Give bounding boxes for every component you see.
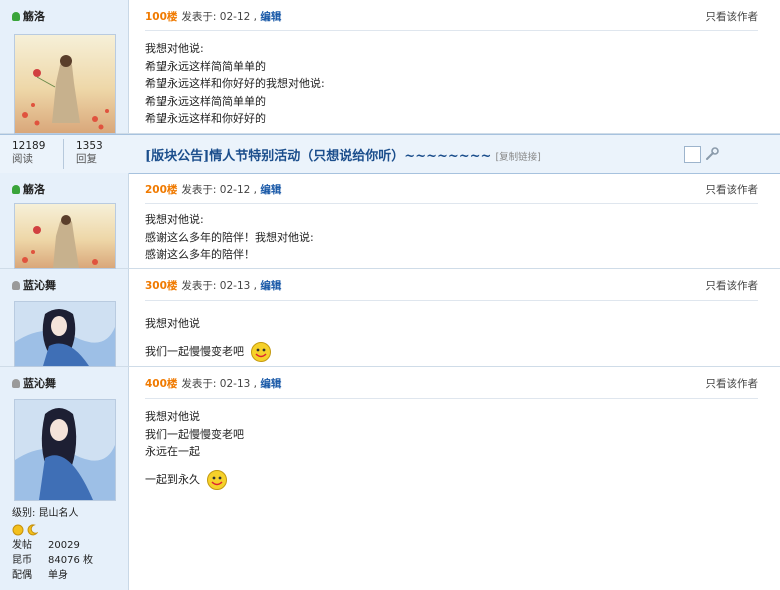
- divider: [145, 30, 758, 31]
- edit-link[interactable]: 编辑: [260, 280, 281, 292]
- smiley-icon: [250, 342, 271, 362]
- divider: [145, 203, 758, 204]
- avatar[interactable]: [14, 301, 116, 367]
- floor-number: 300楼: [145, 280, 178, 292]
- author-sidebar: 蓝沁舞: [0, 269, 129, 367]
- edit-link[interactable]: 编辑: [260, 378, 281, 390]
- post-meta: 400楼 发表于: 02-13 , 编辑: [145, 376, 281, 391]
- user-offline-icon: [12, 280, 20, 290]
- post-body: 我想对他说: 希望永远这样简简单单的 希望永远这样和你好好的我想对他说: 希望永…: [145, 42, 325, 125]
- floor-number: 200楼: [145, 184, 178, 196]
- author-name[interactable]: 觞洛: [12, 181, 45, 197]
- only-author-link[interactable]: 只看该作者: [706, 376, 759, 391]
- profile-info: 级别: 昆山名人 发帖 20029 昆币 84076 枚 配偶 单身: [12, 506, 93, 583]
- edit-link[interactable]: 编辑: [260, 184, 281, 196]
- post-meta: 100楼 发表于: 02-12 , 编辑: [145, 9, 281, 24]
- divider: [63, 139, 64, 169]
- user-level: 级别: 昆山名人: [12, 508, 79, 519]
- avatar[interactable]: [14, 34, 116, 134]
- sun-icon: [12, 524, 24, 535]
- divider: [145, 300, 758, 301]
- moon-icon: [27, 523, 38, 535]
- copy-link-button[interactable]: [复制链接]: [495, 152, 540, 163]
- level-icons: [12, 521, 93, 538]
- avatar-image: [15, 400, 115, 500]
- posted-time: 发表于: 02-12 ,: [181, 11, 257, 23]
- edit-link[interactable]: 编辑: [260, 11, 281, 23]
- author-name[interactable]: 蓝沁舞: [12, 375, 56, 391]
- thread-title: [版块公告]情人节特别活动（只想说给你听）~~~~~~~~ [复制链接]: [145, 149, 541, 164]
- posted-time: 发表于: 02-13 ,: [181, 280, 257, 292]
- user-online-icon: [12, 184, 20, 194]
- post-count: 发帖 20029: [12, 540, 80, 551]
- post-body: 我想对他说 我们一起慢慢变老吧: [145, 310, 272, 366]
- avatar[interactable]: [14, 203, 116, 269]
- author-sidebar: 觞洛: [0, 173, 129, 269]
- user-offline-icon: [12, 378, 20, 388]
- user-online-icon: [12, 11, 20, 21]
- only-author-link[interactable]: 只看该作者: [706, 278, 759, 293]
- post-body: 我想对他说: 感谢这么多年的陪伴！我想对他说: 感谢这么多年的陪伴！: [145, 213, 314, 261]
- wrench-icon[interactable]: [705, 147, 719, 161]
- post-300: 蓝沁舞 300楼 发表于: 02-13 , 编辑 只看该作者 我想对他说 我们一起…: [0, 269, 780, 367]
- read-count: 12189 阅读: [12, 140, 46, 165]
- post-meta: 300楼 发表于: 02-13 , 编辑: [145, 278, 281, 293]
- spouse-status: 配偶 单身: [12, 570, 68, 581]
- select-checkbox[interactable]: [684, 146, 701, 163]
- only-author-link[interactable]: 只看该作者: [706, 182, 759, 197]
- coin-count: 昆币 84076 枚: [12, 555, 93, 566]
- post-meta: 200楼 发表于: 02-12 , 编辑: [145, 182, 281, 197]
- post-body: 我想对他说 我们一起慢慢变老吧 永远在一起 一起到永久: [145, 408, 244, 491]
- author-name[interactable]: 觞洛: [12, 8, 45, 24]
- floor-number: 100楼: [145, 11, 178, 23]
- post-200: 觞洛 200楼 发表于: 02-12 , 编辑 只看该作者 我想对他说: 感谢这么…: [0, 173, 780, 269]
- floor-number: 400楼: [145, 378, 178, 390]
- smiley-icon: [206, 469, 227, 490]
- post-100: 觞洛 100楼 发表于: 02-12 , 编辑 只看该作者 我想对他说: 希望永远…: [0, 0, 780, 134]
- post-400: 蓝沁舞 级别: 昆山名人 发帖 20029 昆币 84076 枚 配偶 单身 400楼…: [0, 367, 780, 590]
- author-name[interactable]: 蓝沁舞: [12, 277, 56, 293]
- author-sidebar: 觞洛: [0, 0, 129, 134]
- thread-title-bar: 12189 阅读 1353 回复 [版块公告]情人节特别活动（只想说给你听）~~…: [0, 134, 780, 174]
- avatar-image: [15, 35, 115, 133]
- avatar-image: [15, 302, 115, 366]
- only-author-link[interactable]: 只看该作者: [706, 9, 759, 24]
- posted-time: 发表于: 02-13 ,: [181, 378, 257, 390]
- avatar[interactable]: [14, 399, 116, 501]
- posted-time: 发表于: 02-12 ,: [181, 184, 257, 196]
- author-sidebar: 蓝沁舞 级别: 昆山名人 发帖 20029 昆币 84076 枚 配偶 单身: [0, 367, 129, 590]
- reply-count: 1353 回复: [76, 140, 103, 165]
- avatar-image: [15, 204, 115, 268]
- divider: [145, 398, 758, 399]
